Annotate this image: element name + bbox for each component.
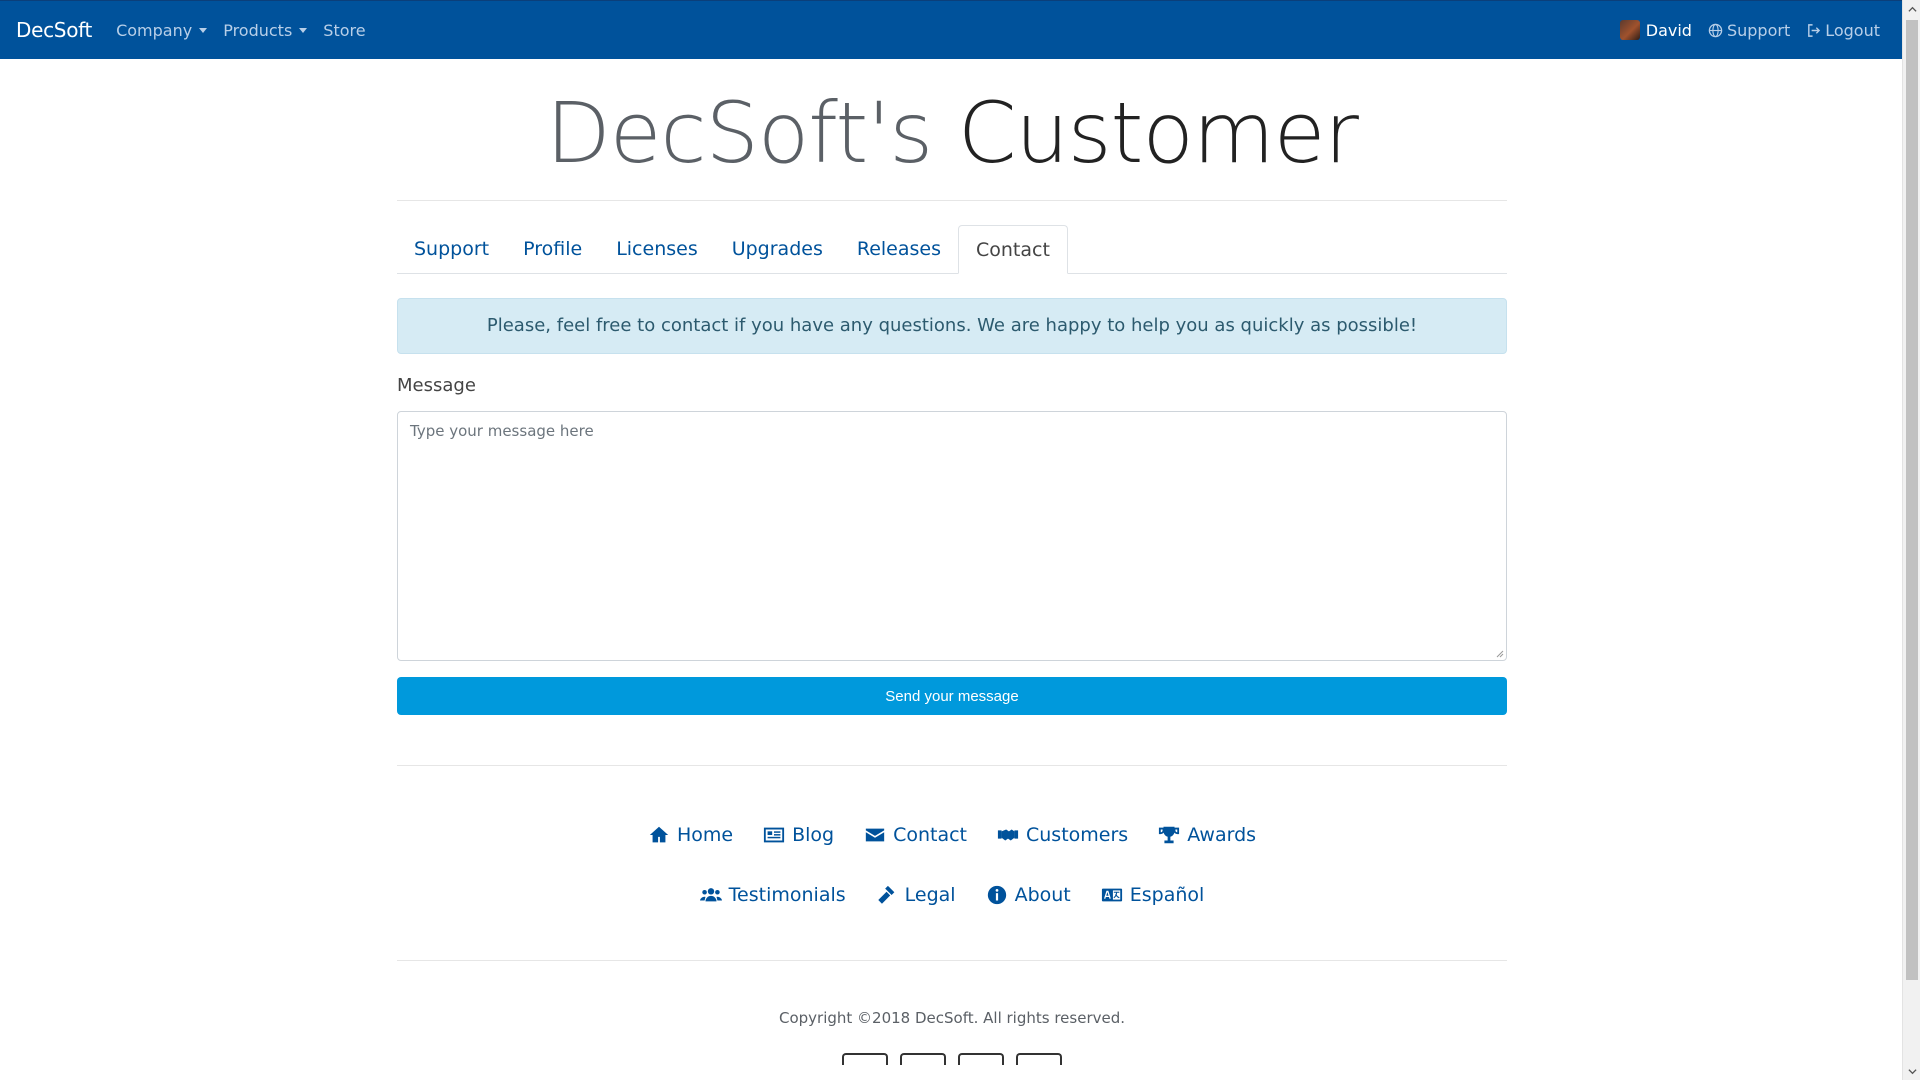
nav-support-label: Support — [1726, 20, 1791, 40]
nav-left: Company Products Store — [116, 21, 366, 40]
footer-link-awards-label: Awards — [1187, 824, 1257, 846]
copyright-text: Copyright ©2018 DecSoft. All rights rese… — [778, 1009, 1126, 1027]
page: DecSoft Company Products Store David Sup… — [0, 0, 1920, 1080]
send-message-button[interactable]: Send your message — [397, 677, 1507, 715]
nav-store-label: Store — [323, 20, 366, 40]
footer-link-home[interactable]: Home — [648, 824, 733, 846]
scrollbar-thumb[interactable] — [1906, 20, 1918, 980]
footer-link-home-label: Home — [676, 824, 734, 846]
main-content: DecSoft's Customer Support Profile Licen… — [397, 59, 1507, 1065]
divider — [397, 960, 1507, 961]
globe-icon — [1708, 23, 1723, 37]
footer-link-blog[interactable]: Blog — [763, 824, 834, 846]
social-button[interactable] — [958, 1053, 1004, 1065]
tab-contact[interactable]: Contact — [958, 225, 1068, 274]
footer-link-legal-label: Legal — [904, 884, 956, 906]
caret-down-icon — [199, 27, 208, 33]
footer-link-espanol-label: Español — [1129, 884, 1205, 906]
tab-profile[interactable]: Profile — [506, 225, 599, 273]
footer-links-row2: Testimonials Legal About Español — [397, 884, 1507, 906]
nav-company[interactable]: Company — [116, 20, 208, 40]
message-label: Message — [397, 375, 476, 396]
footer-link-testimonials-label: Testimonials — [728, 884, 846, 906]
social-button[interactable] — [842, 1053, 888, 1065]
footer-links-row1: Home Blog Contact Customers Awards — [397, 824, 1507, 846]
footer-link-contact-label: Contact — [893, 824, 967, 846]
hero: DecSoft's Customer — [397, 59, 1507, 201]
footer-link-testimonials[interactable]: Testimonials — [699, 884, 846, 906]
social-button[interactable] — [900, 1053, 946, 1065]
footer-link-contact[interactable]: Contact — [864, 824, 967, 846]
social-button[interactable] — [1016, 1053, 1062, 1065]
nav-store[interactable]: Store — [323, 21, 365, 40]
info-icon — [987, 885, 1006, 905]
tab-support[interactable]: Support — [397, 225, 506, 273]
users-icon — [699, 888, 722, 902]
nav-company-label: Company — [116, 20, 193, 40]
nav-user[interactable]: David — [1619, 20, 1692, 40]
tab-bar: Support Profile Licenses Upgrades Releas… — [397, 225, 1507, 274]
gavel-icon — [877, 885, 894, 904]
divider — [397, 765, 1507, 766]
footer-link-espanol[interactable]: Español — [1101, 884, 1205, 906]
page-scrollbar[interactable] — [1902, 0, 1920, 1080]
social-buttons — [397, 1053, 1507, 1065]
resize-grip-icon[interactable] — [1494, 648, 1504, 658]
footer-link-customers-label: Customers — [1025, 824, 1129, 846]
trophy-icon — [1159, 826, 1180, 844]
footer-link-about-label: About — [1014, 884, 1071, 906]
nav-support[interactable]: Support — [1708, 21, 1790, 40]
tab-upgrades[interactable]: Upgrades — [715, 225, 840, 273]
nav-logout-label: Logout — [1825, 20, 1880, 40]
envelope-icon — [865, 828, 885, 842]
message-placeholder: Type your message here — [410, 422, 594, 440]
footer-link-legal[interactable]: Legal — [876, 884, 956, 906]
sign-out-icon — [1808, 23, 1821, 37]
home-icon — [649, 826, 669, 843]
language-icon — [1101, 888, 1122, 902]
caret-down-icon — [299, 27, 308, 33]
page-title-part2: Customer — [957, 84, 1359, 182]
page-title: DecSoft's Customer — [397, 83, 1507, 183]
scroll-up-arrow-icon[interactable] — [1903, 0, 1920, 18]
scroll-down-arrow-icon[interactable] — [1903, 1062, 1920, 1080]
footer-link-awards[interactable]: Awards — [1158, 824, 1256, 846]
nav-right: David Support Logout — [1619, 20, 1880, 40]
handshake-icon — [997, 829, 1019, 841]
footer-link-customers[interactable]: Customers — [997, 824, 1128, 846]
footer-link-about[interactable]: About — [986, 884, 1071, 906]
message-textarea[interactable]: Type your message here — [397, 411, 1507, 661]
brand-link[interactable]: DecSoft — [16, 18, 92, 42]
avatar — [1619, 20, 1640, 40]
nav-logout[interactable]: Logout — [1806, 21, 1880, 40]
newspaper-icon — [763, 827, 785, 843]
tab-licenses[interactable]: Licenses — [599, 225, 715, 273]
info-alert: Please, feel free to contact if you have… — [397, 298, 1507, 354]
top-navbar: DecSoft Company Products Store David Sup… — [0, 0, 1902, 59]
tab-releases[interactable]: Releases — [840, 225, 958, 273]
nav-user-label: David — [1645, 20, 1692, 40]
nav-products-label: Products — [223, 20, 293, 40]
nav-products[interactable]: Products — [223, 20, 308, 40]
footer-link-blog-label: Blog — [792, 824, 835, 846]
page-title-part1: DecSoft's — [546, 84, 933, 182]
